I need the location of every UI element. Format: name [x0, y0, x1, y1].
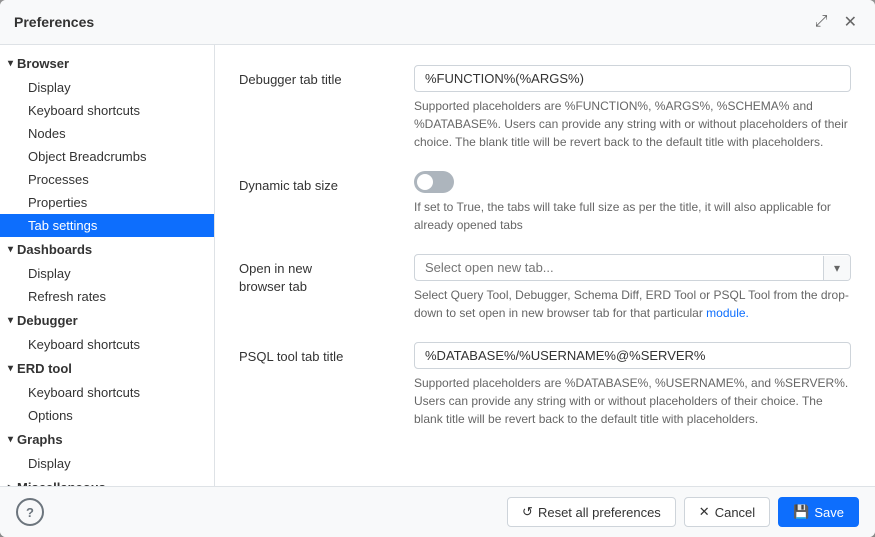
dialog-title: Preferences	[14, 14, 94, 30]
save-label: Save	[814, 505, 844, 520]
label-open-new-tab: Open in newbrowser tab	[239, 254, 414, 296]
cancel-button[interactable]: ✕ Cancel	[684, 497, 770, 527]
label-psql-tab-title: PSQL tool tab title	[239, 342, 414, 366]
sidebar-item-object-breadcrumbs[interactable]: Object Breadcrumbs	[0, 145, 214, 168]
sidebar-group-graphs[interactable]: ▾ Graphs	[0, 427, 214, 452]
sidebar-group-miscellaneous[interactable]: ▸ Miscellaneous	[0, 475, 214, 486]
sidebar-group-erd[interactable]: ▾ ERD tool	[0, 356, 214, 381]
header-actions: ⤢ ✕	[811, 10, 861, 34]
sidebar-item-display-dashboards[interactable]: Display	[0, 262, 214, 285]
form-row-dynamic-tab-size: Dynamic tab size If set to True, the tab…	[239, 171, 851, 234]
help-dynamic-tab-size: If set to True, the tabs will take full …	[414, 198, 851, 234]
sidebar-item-nodes[interactable]: Nodes	[0, 122, 214, 145]
dialog-body: ▾ Browser Display Keyboard shortcuts Nod…	[0, 45, 875, 486]
reset-button[interactable]: ↺ Reset all preferences	[507, 497, 676, 527]
form-row-open-new-tab: Open in newbrowser tab ▾ Select Query To…	[239, 254, 851, 322]
main-content: Debugger tab title Supported placeholder…	[215, 45, 875, 486]
select-wrap-open-new-tab: ▾	[414, 254, 851, 281]
form-row-psql-tab-title: PSQL tool tab title Supported placeholde…	[239, 342, 851, 428]
input-debugger-tab-title[interactable]	[414, 65, 851, 92]
form-row-debugger-tab-title: Debugger tab title Supported placeholder…	[239, 65, 851, 151]
chevron-debugger-icon: ▾	[8, 315, 13, 326]
dialog-footer: ? ↺ Reset all preferences ✕ Cancel 💾 Sav…	[0, 486, 875, 537]
sidebar-group-browser[interactable]: ▾ Browser	[0, 51, 214, 76]
help-module-link[interactable]: module.	[706, 306, 749, 320]
sidebar-item-tab-settings[interactable]: Tab settings	[0, 214, 214, 237]
sidebar: ▾ Browser Display Keyboard shortcuts Nod…	[0, 45, 215, 486]
cancel-icon: ✕	[699, 504, 710, 520]
save-button[interactable]: 💾 Save	[778, 497, 859, 527]
help-open-new-tab: Select Query Tool, Debugger, Schema Diff…	[414, 286, 851, 322]
sidebar-item-properties[interactable]: Properties	[0, 191, 214, 214]
chevron-dashboards-icon: ▾	[8, 244, 13, 255]
sidebar-item-options-erd[interactable]: Options	[0, 404, 214, 427]
dialog-header: Preferences ⤢ ✕	[0, 0, 875, 45]
help-button[interactable]: ?	[16, 498, 44, 526]
reset-icon: ↺	[522, 504, 533, 520]
footer-left: ?	[16, 498, 499, 526]
expand-button[interactable]: ⤢	[811, 11, 832, 33]
sidebar-group-debugger[interactable]: ▾ Debugger	[0, 308, 214, 333]
reset-label: Reset all preferences	[538, 505, 661, 520]
preferences-dialog: Preferences ⤢ ✕ ▾ Browser Display Keyboa…	[0, 0, 875, 537]
chevron-erd-icon: ▾	[8, 363, 13, 374]
sidebar-item-keyboard-shortcuts-debugger[interactable]: Keyboard shortcuts	[0, 333, 214, 356]
close-button[interactable]: ✕	[840, 10, 861, 34]
select-arrow-open-new-tab[interactable]: ▾	[823, 256, 850, 280]
sidebar-group-graphs-label: Graphs	[17, 432, 63, 447]
chevron-browser-icon: ▾	[8, 58, 13, 69]
graphs-children: Display	[0, 452, 214, 475]
field-open-new-tab: ▾ Select Query Tool, Debugger, Schema Di…	[414, 254, 851, 322]
sidebar-group-debugger-label: Debugger	[17, 313, 78, 328]
dashboards-children: Display Refresh rates	[0, 262, 214, 308]
chevron-graphs-icon: ▾	[8, 434, 13, 445]
field-psql-tab-title: Supported placeholders are %DATABASE%, %…	[414, 342, 851, 428]
select-input-open-new-tab[interactable]	[415, 255, 823, 280]
field-dynamic-tab-size: If set to True, the tabs will take full …	[414, 171, 851, 234]
debugger-children: Keyboard shortcuts	[0, 333, 214, 356]
label-dynamic-tab-size: Dynamic tab size	[239, 171, 414, 195]
field-debugger-tab-title: Supported placeholders are %FUNCTION%, %…	[414, 65, 851, 151]
browser-children: Display Keyboard shortcuts Nodes Object …	[0, 76, 214, 237]
toggle-wrap-dynamic-tab	[414, 171, 851, 193]
input-psql-tab-title[interactable]	[414, 342, 851, 369]
sidebar-group-dashboards[interactable]: ▾ Dashboards	[0, 237, 214, 262]
sidebar-item-refresh-rates[interactable]: Refresh rates	[0, 285, 214, 308]
label-debugger-tab-title: Debugger tab title	[239, 65, 414, 89]
sidebar-group-browser-label: Browser	[17, 56, 69, 71]
sidebar-item-processes[interactable]: Processes	[0, 168, 214, 191]
erd-children: Keyboard shortcuts Options	[0, 381, 214, 427]
sidebar-group-dashboards-label: Dashboards	[17, 242, 92, 257]
cancel-label: Cancel	[715, 505, 755, 520]
help-debugger-tab-title: Supported placeholders are %FUNCTION%, %…	[414, 97, 851, 151]
save-icon: 💾	[793, 504, 809, 520]
help-psql-tab-title: Supported placeholders are %DATABASE%, %…	[414, 374, 851, 428]
sidebar-item-display-graphs[interactable]: Display	[0, 452, 214, 475]
sidebar-item-display-browser[interactable]: Display	[0, 76, 214, 99]
sidebar-group-erd-label: ERD tool	[17, 361, 72, 376]
toggle-dynamic-tab-size[interactable]	[414, 171, 454, 193]
sidebar-item-keyboard-shortcuts-browser[interactable]: Keyboard shortcuts	[0, 99, 214, 122]
sidebar-item-keyboard-shortcuts-erd[interactable]: Keyboard shortcuts	[0, 381, 214, 404]
